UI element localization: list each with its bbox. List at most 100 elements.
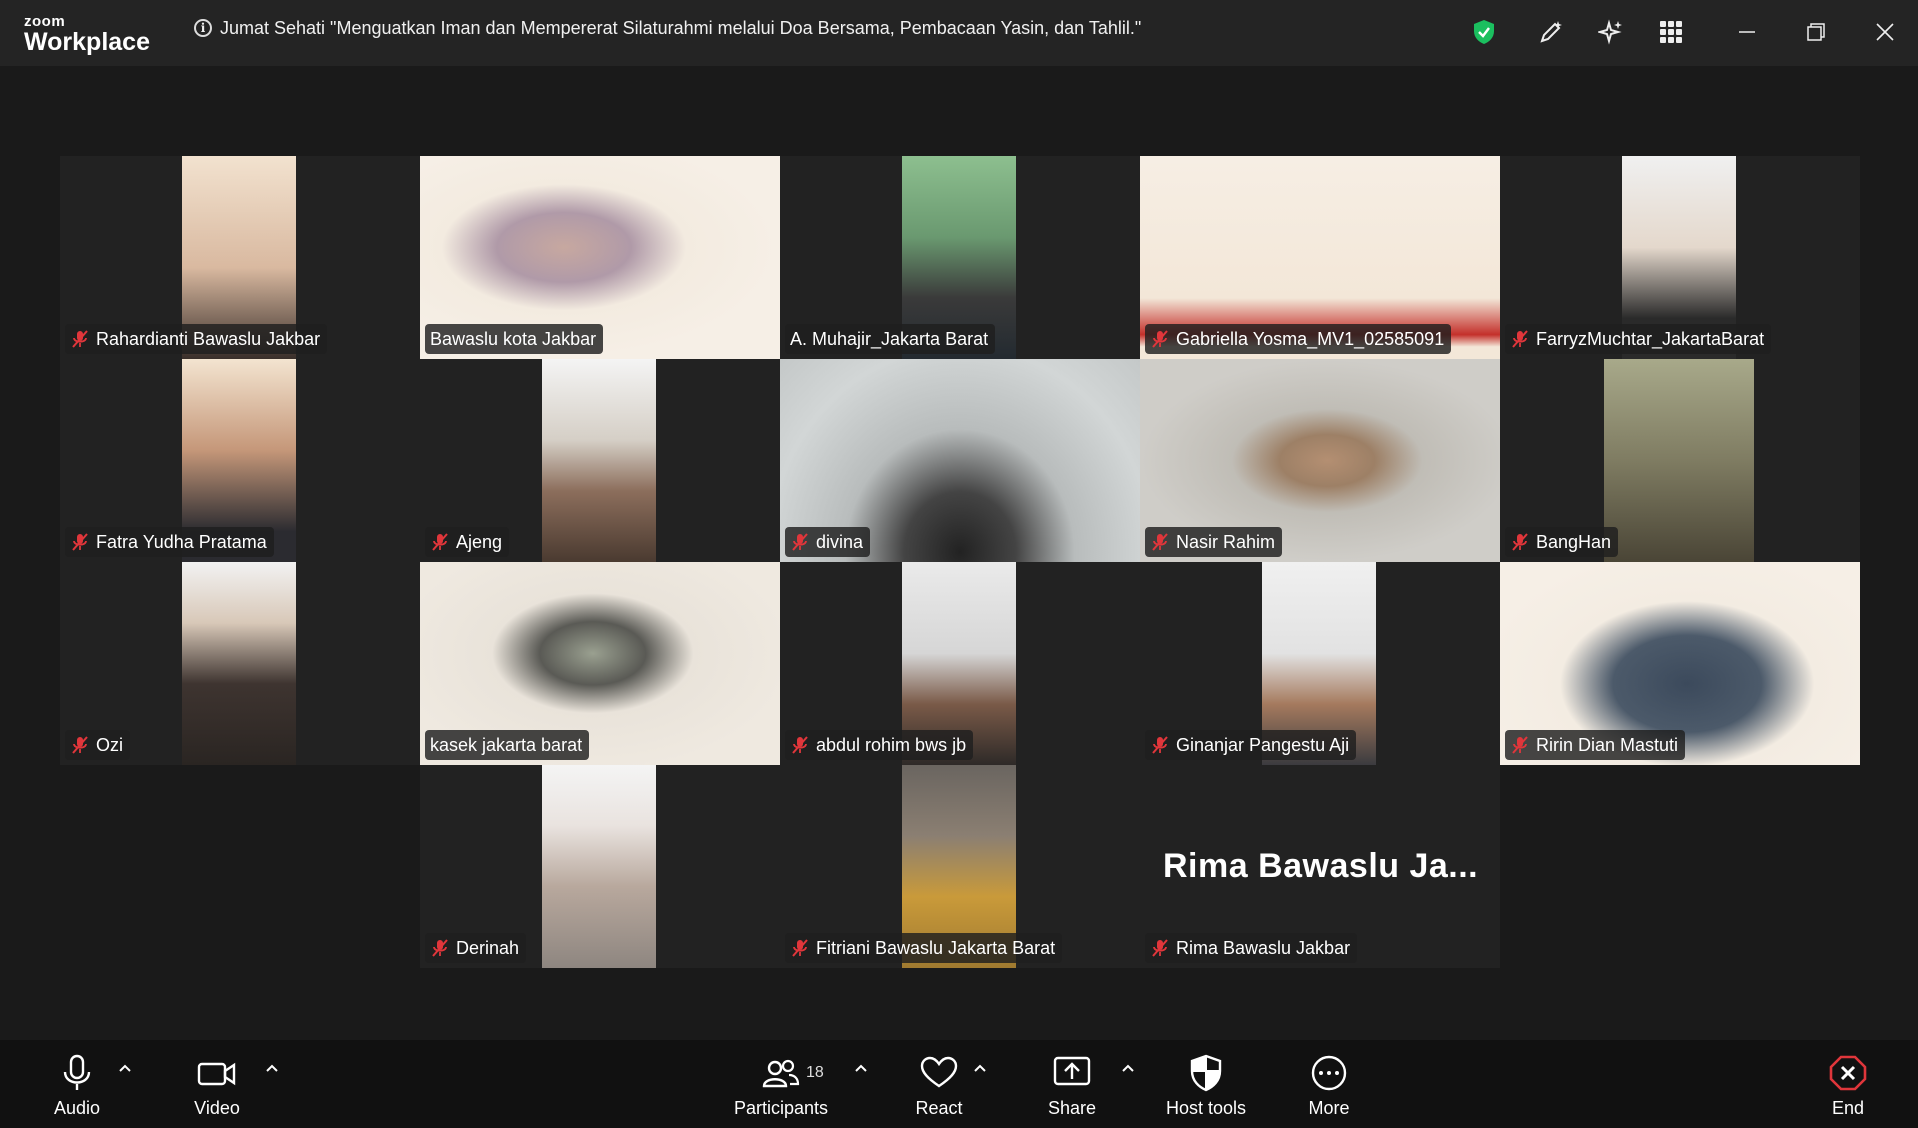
active-speaker-tile[interactable]: kasek jakarta barat <box>420 562 780 765</box>
participant-tile[interactable]: Fatra Yudha Pratama <box>60 359 420 562</box>
share-options-caret-icon[interactable] <box>1120 1060 1136 1076</box>
participant-tile[interactable]: Ozi <box>60 562 420 765</box>
react-options-caret-icon[interactable] <box>972 1060 988 1076</box>
more-button[interactable]: More <box>1274 1054 1384 1119</box>
participant-tile[interactable]: Ajeng <box>420 359 780 562</box>
title-bar: zoom Workplace i Jumat Sehati "Menguatka… <box>0 0 1918 66</box>
participant-tile[interactable]: Gabriella Yosma_MV1_02585091 <box>1140 156 1500 359</box>
participant-tile[interactable]: FarryzMuchtar_JakartaBarat <box>1500 156 1860 359</box>
name-badge: Gabriella Yosma_MV1_02585091 <box>1145 324 1452 354</box>
apps-grid-icon[interactable] <box>1655 16 1687 48</box>
video-button[interactable]: Video <box>162 1054 272 1119</box>
participant-tile[interactable]: Nasir Rahim <box>1140 359 1500 562</box>
muted-mic-icon <box>72 736 88 754</box>
muted-mic-icon <box>792 736 808 754</box>
meeting-title: Jumat Sehati "Menguatkan Iman dan Memper… <box>220 17 1142 38</box>
participant-name: divina <box>816 531 864 552</box>
name-badge: Ajeng <box>425 527 510 557</box>
participant-tile[interactable]: Bawaslu kota Jakbar <box>420 156 780 359</box>
video-options-caret-icon[interactable] <box>264 1060 280 1076</box>
host-tools-button[interactable]: Host tools <box>1151 1054 1261 1119</box>
participant-name: Ririn Dian Mastuti <box>1536 734 1679 755</box>
participant-video <box>182 562 296 765</box>
zoom-workplace-logo: zoom Workplace <box>24 14 150 55</box>
muted-mic-icon <box>1152 330 1168 348</box>
name-badge: Rima Bawaslu Jakbar <box>1145 933 1358 963</box>
close-icon[interactable] <box>1869 16 1901 48</box>
audio-button[interactable]: Audio <box>22 1054 132 1119</box>
participant-tile[interactable]: Fitriani Bawaslu Jakarta Barat <box>780 765 1140 968</box>
info-icon[interactable]: i <box>194 19 212 37</box>
video-camera-icon <box>197 1062 236 1086</box>
name-badge: Fitriani Bawaslu Jakarta Barat <box>785 933 1063 963</box>
participant-video <box>1604 359 1754 562</box>
participant-video <box>542 765 656 968</box>
participant-tile[interactable]: Ginanjar Pangestu Aji <box>1140 562 1500 765</box>
video-off-name: Rima Bawaslu Ja... <box>1163 847 1479 885</box>
whiteboard-pen-icon[interactable] <box>1535 16 1567 48</box>
participant-name: FarryzMuchtar_JakartaBarat <box>1536 328 1765 349</box>
end-label: End <box>1831 1098 1865 1118</box>
name-badge: Rahardianti Bawaslu Jakbar <box>65 324 328 354</box>
end-meeting-button[interactable]: End <box>1793 1054 1903 1119</box>
microphone-icon <box>63 1054 91 1090</box>
minimize-icon[interactable] <box>1731 16 1763 48</box>
encryption-shield-icon[interactable] <box>1468 16 1500 48</box>
participant-tile[interactable]: Derinah <box>420 765 780 968</box>
name-badge: abdul rohim bws jb <box>785 730 974 760</box>
name-badge: Ririn Dian Mastuti <box>1505 730 1686 760</box>
share-button[interactable]: Share <box>1017 1054 1127 1119</box>
muted-mic-icon <box>1152 533 1168 551</box>
name-badge: BangHan <box>1505 527 1619 557</box>
muted-mic-icon <box>1512 533 1528 551</box>
name-badge: Ozi <box>65 730 130 760</box>
muted-mic-icon <box>72 330 88 348</box>
name-badge: Fatra Yudha Pratama <box>65 527 274 557</box>
react-label: React <box>915 1098 963 1118</box>
share-label: Share <box>1047 1098 1097 1118</box>
participant-name: Ajeng <box>456 531 503 552</box>
meeting-controls: Audio Video Participants 18 React Share … <box>0 1040 1918 1128</box>
participant-tile[interactable]: abdul rohim bws jb <box>780 562 1140 765</box>
participant-tile[interactable]: Rahardianti Bawaslu Jakbar <box>60 156 420 359</box>
meeting-info[interactable]: i Jumat Sehati "Menguatkan Iman dan Memp… <box>194 16 1141 40</box>
audio-options-caret-icon[interactable] <box>117 1060 133 1076</box>
muted-mic-icon <box>792 939 808 957</box>
participants-options-caret-icon[interactable] <box>853 1060 869 1076</box>
muted-mic-icon <box>792 533 808 551</box>
participant-name: BangHan <box>1536 531 1612 552</box>
muted-mic-icon <box>432 533 448 551</box>
participant-tile[interactable]: A. Muhajir_Jakarta Barat <box>780 156 1140 359</box>
logo-brand-large: Workplace <box>24 28 150 56</box>
participant-name: Rima Bawaslu Jakbar <box>1176 937 1351 958</box>
participants-label: Participants <box>733 1098 829 1118</box>
muted-mic-icon <box>1512 736 1528 754</box>
video-label: Video <box>194 1098 240 1118</box>
name-badge: divina <box>785 527 871 557</box>
participant-tile-video-off[interactable]: Rima Bawaslu Ja... Rima Bawaslu Jakbar <box>1140 765 1500 968</box>
shield-icon <box>1190 1054 1222 1092</box>
muted-mic-icon <box>72 533 88 551</box>
participant-name: Nasir Rahim <box>1176 531 1276 552</box>
participant-tile[interactable]: Ririn Dian Mastuti <box>1500 562 1860 765</box>
audio-label: Audio <box>53 1098 101 1118</box>
more-label: More <box>1308 1098 1350 1118</box>
muted-mic-icon <box>1152 939 1168 957</box>
participant-tile[interactable]: divina <box>780 359 1140 562</box>
participant-name: Ginanjar Pangestu Aji <box>1176 734 1350 755</box>
heart-icon <box>920 1056 958 1088</box>
muted-mic-icon <box>432 939 448 957</box>
gallery-view: Rahardianti Bawaslu Jakbar Bawaslu kota … <box>60 156 1860 968</box>
participant-name: abdul rohim bws jb <box>816 734 967 755</box>
participant-name: kasek jakarta barat <box>430 734 583 755</box>
restore-icon[interactable] <box>1800 16 1832 48</box>
ai-companion-icon[interactable] <box>1595 16 1627 48</box>
name-badge: Derinah <box>425 933 527 963</box>
more-icon <box>1311 1055 1347 1091</box>
participant-name: Gabriella Yosma_MV1_02585091 <box>1176 328 1445 349</box>
participant-video <box>542 359 656 562</box>
name-badge: Nasir Rahim <box>1145 527 1283 557</box>
host-tools-label: Host tools <box>1165 1098 1247 1118</box>
participant-tile[interactable]: BangHan <box>1500 359 1860 562</box>
muted-mic-icon <box>1152 736 1168 754</box>
